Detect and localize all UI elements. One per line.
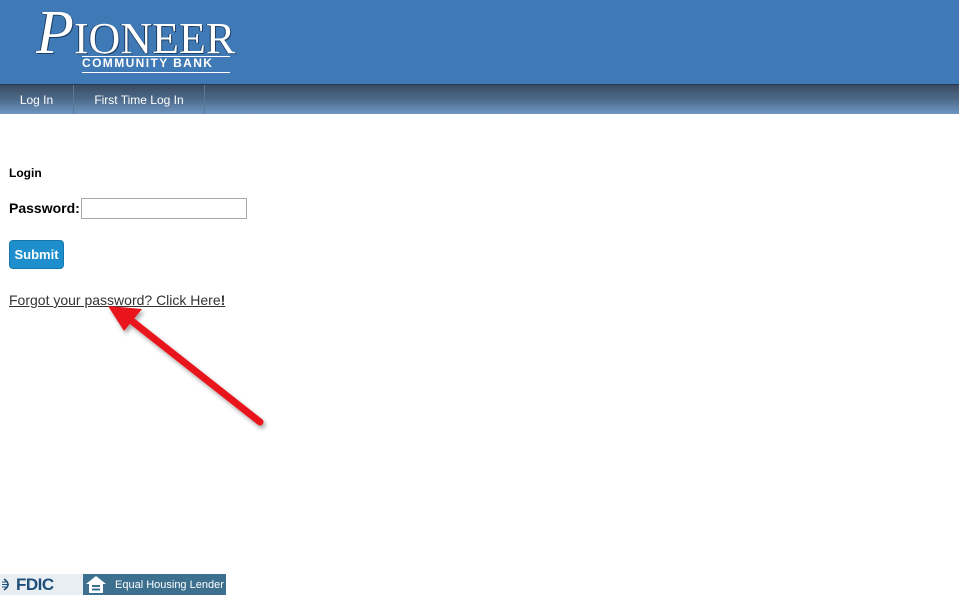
fdic-emblem-icon [2, 578, 9, 591]
footer-badges: FDIC Equal Housing Lender [0, 574, 226, 595]
forgot-password-text: Forgot your password? Click Here [9, 292, 221, 308]
fdic-badge[interactable]: FDIC [0, 574, 84, 595]
forgot-password-link[interactable]: Forgot your password? Click Here! [9, 292, 225, 308]
login-heading: Login [9, 166, 42, 180]
logo-subtitle: COMMUNITY BANK [82, 56, 214, 70]
nav-item-first-time-log-in[interactable]: First Time Log In [74, 85, 205, 114]
password-label: Password: [9, 200, 80, 216]
main-nav: Log In First Time Log In [0, 84, 959, 114]
forgot-password-bang: ! [220, 292, 226, 308]
equal-housing-lender-label: Equal Housing Lender [115, 579, 224, 591]
submit-button[interactable]: Submit [9, 240, 64, 269]
password-input[interactable] [81, 198, 247, 219]
equal-housing-house-icon [86, 576, 106, 593]
site-header: PIONEER COMMUNITY BANK [0, 0, 959, 84]
nav-item-log-in[interactable]: Log In [0, 85, 74, 114]
logo-rule-bottom [82, 72, 230, 73]
fdic-label: FDIC [16, 575, 54, 594]
pioneer-logo[interactable]: PIONEER COMMUNITY BANK [36, 2, 236, 74]
